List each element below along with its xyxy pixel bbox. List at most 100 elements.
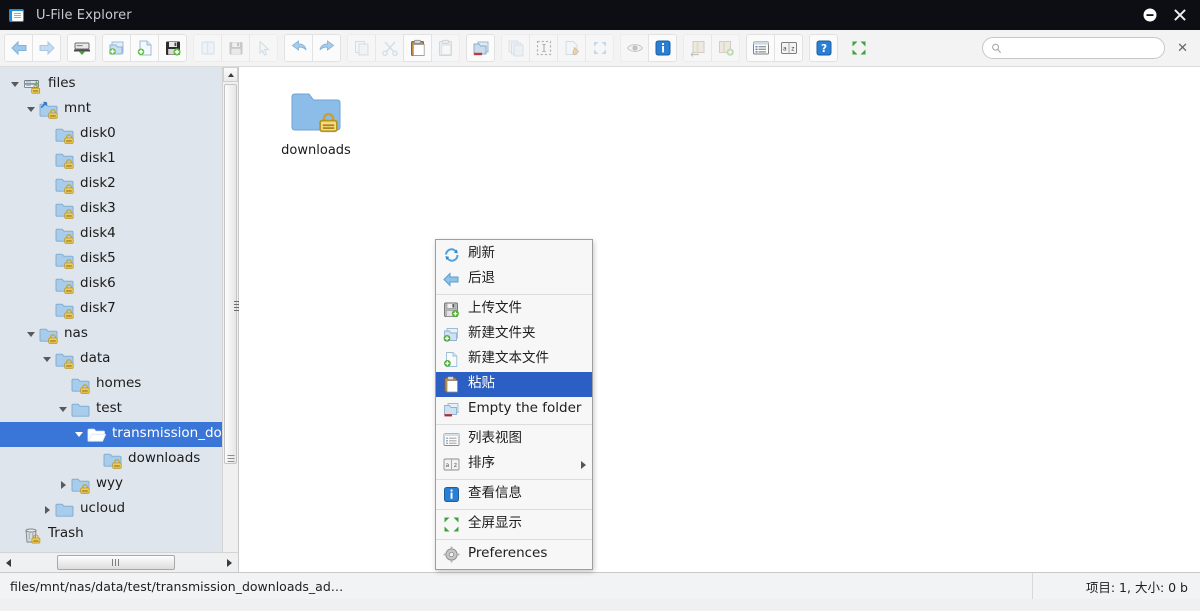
context-menu-item[interactable]: 新建文件夹 — [436, 322, 592, 347]
tree-item-label: disk1 — [80, 150, 116, 167]
minimize-button[interactable] — [1142, 7, 1158, 23]
context-menu-item[interactable]: Empty the folder — [436, 397, 592, 422]
search-input[interactable] — [1005, 40, 1157, 56]
tree-item-transmission-downl[interactable]: transmission_downl — [0, 422, 238, 447]
marquee-select-icon — [536, 40, 551, 56]
expand-button[interactable] — [844, 34, 873, 62]
scroll-right-button[interactable] — [221, 554, 238, 571]
new-folder-button[interactable] — [102, 34, 131, 62]
compress-button[interactable] — [711, 34, 740, 62]
archive-add-icon — [718, 41, 734, 56]
preview-button[interactable] — [620, 34, 649, 62]
chevron-right-icon[interactable] — [56, 478, 70, 492]
copy-button[interactable] — [347, 34, 376, 62]
scroll-left-button[interactable] — [0, 554, 17, 571]
context-menu-item[interactable]: 全屏显示 — [436, 512, 592, 537]
tree-item-disk1[interactable]: disk1 — [0, 147, 238, 172]
save-button[interactable] — [221, 34, 250, 62]
list-view-button[interactable] — [746, 34, 775, 62]
extract-button[interactable] — [683, 34, 712, 62]
scroll-track-horizontal[interactable] — [17, 554, 221, 571]
chevron-down-icon[interactable] — [24, 103, 38, 117]
tree-item-disk3[interactable]: disk3 — [0, 197, 238, 222]
paste-special-button[interactable] — [431, 34, 460, 62]
context-menu-item[interactable]: Preferences — [436, 542, 592, 567]
tree-item-wyy[interactable]: wyy — [0, 472, 238, 497]
expand-arrows-green-icon — [852, 41, 865, 55]
locked-folder-icon — [55, 228, 74, 244]
context-menu-item[interactable]: 刷新 — [436, 242, 592, 267]
tree-item-disk2[interactable]: disk2 — [0, 172, 238, 197]
locked-folder-icon — [55, 353, 74, 369]
new-folder-icon — [108, 41, 123, 55]
chevron-right-icon[interactable] — [40, 503, 54, 517]
download-button[interactable] — [67, 34, 96, 62]
tree-item-disk0[interactable]: disk0 — [0, 122, 238, 147]
tree-item-mnt[interactable]: mnt — [0, 97, 238, 122]
tree-item-nas[interactable]: nas — [0, 322, 238, 347]
info-button[interactable] — [648, 34, 677, 62]
chevron-down-icon[interactable] — [72, 428, 86, 442]
context-menu-item[interactable]: 列表视图 — [436, 427, 592, 452]
new-file-button[interactable] — [130, 34, 159, 62]
context-menu-item[interactable]: 查看信息 — [436, 482, 592, 507]
tree-item-label: transmission_downl — [112, 425, 238, 442]
tree-item-disk6[interactable]: disk6 — [0, 272, 238, 297]
toolbar-close-button[interactable]: ✕ — [1177, 41, 1188, 56]
chevron-down-icon[interactable] — [56, 403, 70, 417]
tree-item-disk5[interactable]: disk5 — [0, 247, 238, 272]
back-button[interactable] — [4, 34, 33, 62]
redo-button[interactable] — [312, 34, 341, 62]
sidebar-horizontal-scrollbar[interactable] — [0, 552, 238, 572]
tree-item-disk7[interactable]: disk7 — [0, 297, 238, 322]
toolbar-group-delete — [466, 34, 495, 62]
select-button[interactable] — [249, 34, 278, 62]
locked-folder-icon — [55, 201, 75, 219]
forward-button[interactable] — [32, 34, 61, 62]
chevron-down-icon[interactable] — [40, 353, 54, 367]
content-area[interactable]: downloads — [239, 67, 1200, 572]
delete-button[interactable] — [466, 34, 495, 62]
folder-icon — [55, 503, 74, 517]
open-button[interactable] — [193, 34, 222, 62]
undo-button[interactable] — [284, 34, 313, 62]
upload-file-button[interactable] — [158, 34, 187, 62]
main-body: files mnt disk0 disk1 disk2 disk3 disk4 disk5 di… — [0, 67, 1200, 572]
cut-button[interactable] — [375, 34, 404, 62]
status-info: 项目: 1, 大小: 0 b — [1033, 573, 1200, 599]
tree-item-data[interactable]: data — [0, 347, 238, 372]
fullscreen-green-icon — [443, 516, 460, 533]
tree-item-disk4[interactable]: disk4 — [0, 222, 238, 247]
search-box[interactable] — [982, 37, 1166, 59]
sort-button[interactable]: a z — [774, 34, 803, 62]
fullscreen-button[interactable] — [585, 34, 614, 62]
tree-item-files[interactable]: files — [0, 72, 238, 97]
toolbar-group-list-sort: a z — [746, 34, 803, 62]
select-all-button[interactable] — [529, 34, 558, 62]
chevron-down-icon[interactable] — [8, 78, 22, 92]
locked-folder-icon — [103, 451, 123, 469]
duplicate-button[interactable] — [501, 34, 530, 62]
minimize-icon — [1143, 8, 1157, 22]
paste-button[interactable] — [403, 34, 432, 62]
rename-button[interactable] — [557, 34, 586, 62]
tree-item-ucloud[interactable]: ucloud — [0, 497, 238, 522]
download-drive-icon — [73, 42, 90, 55]
context-menu-item[interactable]: 上传文件 — [436, 297, 592, 322]
close-button[interactable] — [1172, 7, 1188, 23]
tree-item-trash[interactable]: Trash — [0, 522, 238, 547]
context-menu-item[interactable]: 新建文本文件 — [436, 347, 592, 372]
tree-item-downloads[interactable]: downloads — [0, 447, 238, 472]
context-menu-item[interactable]: a z 排序 — [436, 452, 592, 477]
help-button[interactable]: ? — [809, 34, 838, 62]
context-menu-item[interactable]: 后退 — [436, 267, 592, 292]
tree-item-test[interactable]: test — [0, 397, 238, 422]
scroll-thumb-horizontal[interactable] — [57, 555, 175, 570]
sidebar-splitter[interactable] — [234, 67, 239, 553]
empty-folder-icon — [444, 403, 459, 417]
chevron-down-icon[interactable] — [24, 328, 38, 342]
server-icon — [24, 79, 41, 94]
file-item[interactable]: downloads — [261, 85, 371, 158]
context-menu-item[interactable]: 粘贴 — [436, 372, 592, 397]
tree-item-homes[interactable]: homes — [0, 372, 238, 397]
